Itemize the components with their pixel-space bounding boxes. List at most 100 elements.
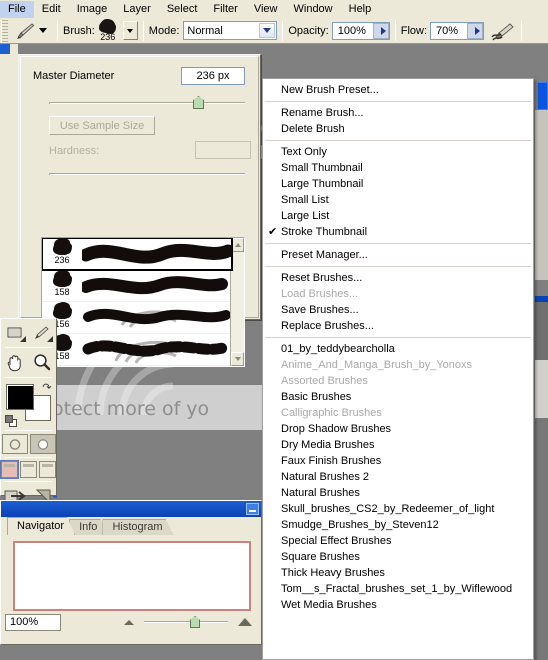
mode-label: Mode: xyxy=(148,24,180,37)
menu-item-rename-brush[interactable]: Rename Brush... xyxy=(263,105,533,121)
menu-item-image[interactable]: Image xyxy=(69,1,116,18)
quick-mask-mode-button[interactable] xyxy=(29,434,56,454)
flow-input[interactable]: 70% xyxy=(430,21,485,40)
minimize-icon[interactable] xyxy=(246,503,259,515)
default-colors-icon[interactable] xyxy=(4,415,17,427)
menu-item-file[interactable]: File xyxy=(0,0,34,18)
menu-item-brushset-faux-finish[interactable]: Faux Finish Brushes xyxy=(263,453,533,469)
menu-item-reset-brushes[interactable]: Reset Brushes... xyxy=(263,270,533,286)
menu-item-brushset-skull-brushes[interactable]: Skull_brushes_CS2_by_Redeemer_of_light xyxy=(263,501,533,517)
menu-item-edit[interactable]: Edit xyxy=(34,1,69,18)
tool-preset-chevron-down-icon xyxy=(39,28,47,33)
tool-hand[interactable] xyxy=(3,351,28,374)
full-screen-mode-button[interactable] xyxy=(39,461,56,478)
brush-list-item-1[interactable]: 158 xyxy=(42,270,232,302)
navigator-titlebar[interactable] xyxy=(1,501,261,517)
menu-item-text-only[interactable]: Text Only xyxy=(263,144,533,160)
tab-histogram[interactable]: Histogram xyxy=(102,519,173,535)
toolbox-separator-3 xyxy=(5,430,52,431)
bg-window-left-edge xyxy=(0,44,18,320)
menu-item-brushset-special-effect[interactable]: Special Effect Brushes xyxy=(263,533,533,549)
flow-stepper-arrow-icon[interactable] xyxy=(467,22,484,39)
zoom-in-triangle-icon[interactable] xyxy=(238,618,252,626)
hardness-input[interactable] xyxy=(195,141,251,159)
quick-mask-icon xyxy=(37,438,48,450)
blend-mode-chevron-down-icon[interactable] xyxy=(259,23,276,38)
menu-item-help[interactable]: Help xyxy=(341,1,380,18)
menu-item-brushset-calligraphic[interactable]: Calligraphic Brushes xyxy=(263,405,533,421)
quickmask-row xyxy=(1,434,56,454)
menu-item-large-thumbnail[interactable]: Large Thumbnail xyxy=(263,176,533,192)
tool-gradient[interactable] xyxy=(3,321,28,344)
menu-item-brushset-toms-fractal[interactable]: Tom__s_Fractal_brushes_set_1_by_Wiflewoo… xyxy=(263,581,533,597)
brush-list-scrollbar[interactable] xyxy=(230,238,244,366)
menu-separator xyxy=(265,140,531,141)
menu-item-layer[interactable]: Layer xyxy=(115,1,159,18)
brush-picker-dropdown-button[interactable] xyxy=(122,21,138,40)
brush-blob-icon xyxy=(53,302,71,319)
menu-item-large-list[interactable]: Large List xyxy=(263,208,533,224)
menu-item-brushset-natural-brushes-2[interactable]: Natural Brushes 2 xyxy=(263,469,533,485)
menu-item-window[interactable]: Window xyxy=(286,1,341,18)
toolbox-separator-5 xyxy=(5,481,52,482)
brush-preset-list[interactable]: 236 158 156 158 xyxy=(41,237,245,367)
swap-colors-icon[interactable]: ↷ xyxy=(42,381,51,394)
blend-mode-select[interactable]: Normal xyxy=(183,21,278,40)
standard-mode-button[interactable] xyxy=(1,434,28,454)
options-bar-gripper[interactable] xyxy=(1,19,8,42)
brush-list-item-0[interactable]: 236 xyxy=(42,238,233,271)
menu-item-save-brushes[interactable]: Save Brushes... xyxy=(263,302,533,318)
brush-list-item-2[interactable]: 156 xyxy=(42,302,232,334)
menu-item-brushset-anime-and-manga[interactable]: Anime_And_Manga_Brush_by_Yonoxs xyxy=(263,357,533,373)
tool-zoom[interactable] xyxy=(30,351,55,374)
master-diameter-slider-track[interactable] xyxy=(49,102,245,104)
toolbox-separator-2 xyxy=(5,377,52,378)
zoom-slider-thumb[interactable] xyxy=(190,616,200,628)
zoom-slider[interactable] xyxy=(144,616,228,628)
brush-preset-picker-panel: Master Diameter 236 px Use Sample Size H… xyxy=(18,54,276,367)
menu-item-brushset-basic[interactable]: Basic Brushes xyxy=(263,389,533,405)
tool-preset-picker[interactable] xyxy=(8,19,52,43)
menu-item-brushset-natural-brushes[interactable]: Natural Brushes xyxy=(263,485,533,501)
opacity-stepper-arrow-icon[interactable] xyxy=(372,22,389,39)
menu-item-brushset-square[interactable]: Square Brushes xyxy=(263,549,533,565)
brush-list-item-3[interactable]: 158 xyxy=(42,334,232,366)
menu-item-small-thumbnail[interactable]: Small Thumbnail xyxy=(263,160,533,176)
brush-stroke-preview xyxy=(82,303,232,333)
use-sample-size-button[interactable]: Use Sample Size xyxy=(49,116,155,135)
master-diameter-input[interactable]: 236 px xyxy=(181,67,245,85)
menu-item-brushset-smudge-brushes[interactable]: Smudge_Brushes_by_Steven12 xyxy=(263,517,533,533)
menu-item-filter[interactable]: Filter xyxy=(205,1,245,18)
menu-item-brushset-drop-shadow[interactable]: Drop Shadow Brushes xyxy=(263,421,533,437)
navigator-thumbnail-viewbox[interactable] xyxy=(13,541,251,611)
menu-item-brushset-wet-media[interactable]: Wet Media Brushes xyxy=(263,597,533,613)
hardness-slider-track[interactable] xyxy=(49,173,245,175)
menu-item-delete-brush[interactable]: Delete Brush xyxy=(263,121,533,137)
menu-item-brushset-thick-heavy[interactable]: Thick Heavy Brushes xyxy=(263,565,533,581)
menu-item-view[interactable]: View xyxy=(246,1,286,18)
menu-item-load-brushes[interactable]: Load Brushes... xyxy=(263,286,533,302)
brush-preview-thumbnail[interactable]: 236 xyxy=(95,18,121,43)
menu-item-small-list[interactable]: Small List xyxy=(263,192,533,208)
scroll-up-arrow-icon[interactable] xyxy=(231,238,244,252)
full-screen-with-menubar-button[interactable] xyxy=(20,461,37,478)
scroll-down-arrow-icon[interactable] xyxy=(231,352,244,366)
tab-navigator[interactable]: Navigator xyxy=(7,517,75,535)
tool-dodge[interactable] xyxy=(30,321,55,344)
menu-item-replace-brushes[interactable]: Replace Brushes... xyxy=(263,318,533,334)
zoom-out-triangle-icon[interactable] xyxy=(124,619,134,625)
zoom-level-input[interactable]: 100% xyxy=(5,613,61,631)
foreground-color-swatch[interactable] xyxy=(5,384,34,410)
menu-item-preset-manager[interactable]: Preset Manager... xyxy=(263,247,533,263)
menu-item-stroke-thumbnail[interactable]: ✔ Stroke Thumbnail xyxy=(263,224,533,240)
menu-item-select[interactable]: Select xyxy=(159,1,206,18)
menu-item-brushset-01-by-teddybearcholla[interactable]: 01_by_teddybearcholla xyxy=(263,341,533,357)
toolbox-separator-4 xyxy=(5,457,52,458)
opacity-input[interactable]: 100% xyxy=(331,21,390,40)
airbrush-icon[interactable] xyxy=(490,20,516,42)
standard-screen-mode-button[interactable] xyxy=(0,460,19,479)
menu-item-brushset-assorted[interactable]: Assorted Brushes xyxy=(263,373,533,389)
menu-item-brushset-dry-media[interactable]: Dry Media Brushes xyxy=(263,437,533,453)
menu-item-new-brush-preset[interactable]: New Brush Preset... xyxy=(263,82,533,98)
bg-window-titlebar-right xyxy=(537,82,548,110)
